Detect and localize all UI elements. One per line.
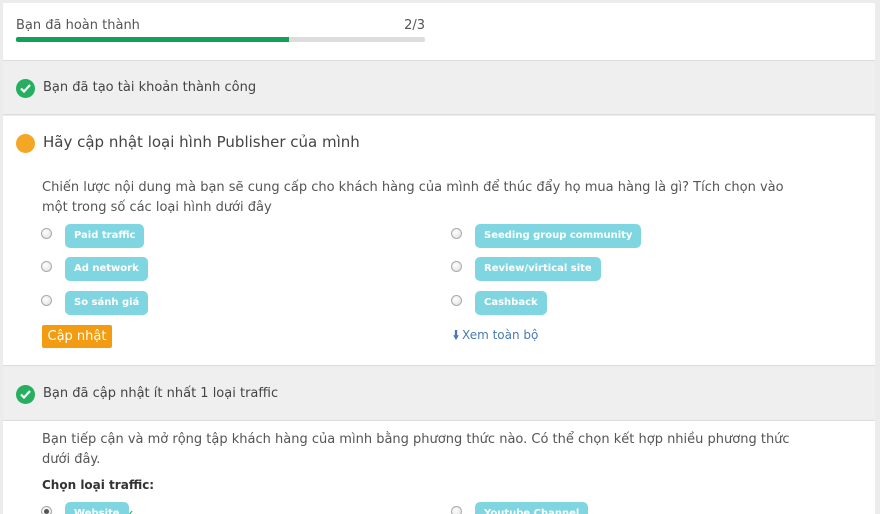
step-3-title: Bạn đã cập nhật ít nhất 1 loại traffic (43, 386, 279, 401)
view-all-link[interactable]: 🠛 Xem toàn bộ (453, 326, 538, 347)
choose-traffic-label: Chọn loại traffic: (42, 478, 155, 492)
step-2-description: Chiến lược nội dung mà bạn sẽ cung cấp c… (42, 180, 784, 215)
radio-youtube[interactable] (451, 506, 462, 514)
progress-bar (16, 37, 425, 42)
update-button[interactable]: Cập nhật (42, 325, 112, 348)
radio-review-site[interactable] (451, 261, 462, 272)
tag-paid-traffic[interactable]: Paid traffic (65, 224, 145, 248)
selected-check-icon: ✓ (124, 508, 135, 514)
progress-bar-fill (16, 37, 289, 42)
step-1-title: Bạn đã tạo tài khoản thành công (43, 80, 257, 95)
radio-paid-traffic[interactable] (41, 228, 52, 239)
tag-ad-network[interactable]: Ad network (65, 257, 148, 281)
radio-website[interactable] (41, 506, 52, 514)
tag-seeding-group[interactable]: Seeding group community (475, 224, 642, 248)
step-3-header[interactable]: Bạn đã cập nhật ít nhất 1 loại traffic (3, 367, 875, 421)
check-circle-icon (16, 385, 35, 404)
tag-youtube[interactable]: Youtube Channel (475, 502, 589, 514)
progress-label: Bạn đã hoàn thành (16, 18, 140, 33)
step-3-panel: Bạn tiếp cận và mở rộng tập khách hàng c… (3, 421, 875, 514)
tag-cashback[interactable]: Cashback (475, 291, 547, 315)
radio-cashback[interactable] (451, 295, 462, 306)
progress-count: 2/3 (404, 18, 425, 33)
view-all-label: Xem toàn bộ (462, 328, 539, 342)
step-2-title: Hãy cập nhật loại hình Publisher của mìn… (43, 133, 360, 151)
tag-website[interactable]: Website (65, 502, 129, 514)
radio-ad-network[interactable] (41, 261, 52, 272)
tag-so-sanh-gia[interactable]: So sánh giá (65, 291, 149, 315)
step-3-description: Bạn tiếp cận và mở rộng tập khách hàng c… (42, 432, 790, 467)
radio-seeding-group[interactable] (451, 228, 462, 239)
radio-so-sanh-gia[interactable] (41, 295, 52, 306)
progress-panel: Bạn đã hoàn thành 2/3 (3, 3, 875, 61)
step-2-panel: Hãy cập nhật loại hình Publisher của mìn… (3, 116, 875, 366)
step-1-header[interactable]: Bạn đã tạo tài khoản thành công (3, 61, 875, 115)
tag-review-site[interactable]: Review/virtical site (475, 257, 601, 281)
check-circle-icon (16, 79, 35, 98)
orange-dot-icon (16, 134, 35, 153)
arrow-down-icon: 🠛 (453, 328, 460, 342)
